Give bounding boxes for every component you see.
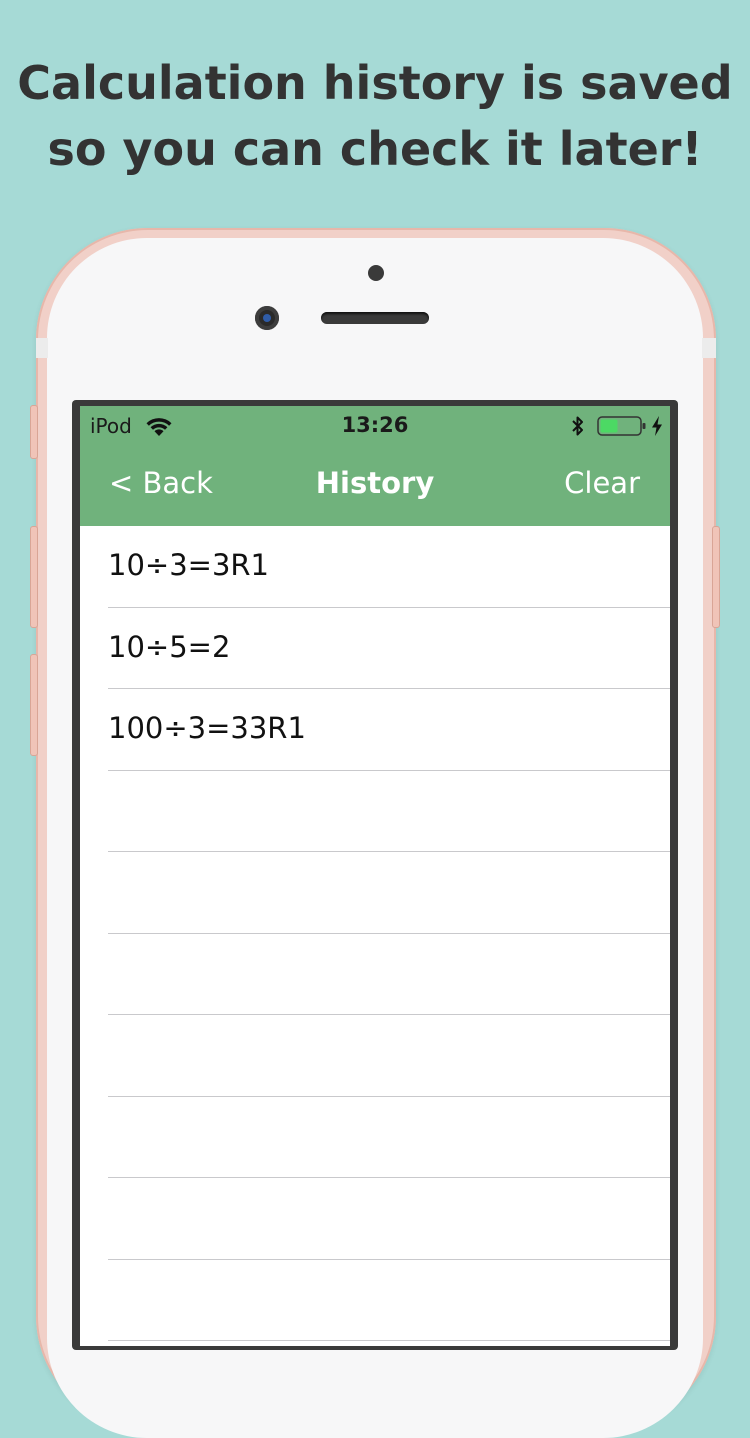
screen: iPod 13:26 < Back History Clear 10÷3=3R1… [80, 406, 670, 1346]
list-item[interactable] [80, 852, 670, 934]
battery-icon [597, 416, 646, 436]
proximity-sensor [368, 265, 384, 281]
antenna-band-left [36, 338, 48, 358]
promo-headline: Calculation history is saved so you can … [0, 50, 750, 182]
list-item[interactable] [80, 1341, 670, 1346]
earpiece-speaker [321, 312, 429, 324]
power-button [712, 526, 720, 628]
volume-up-button [30, 526, 38, 628]
list-item[interactable]: 10÷3=3R1 [80, 526, 670, 608]
list-item[interactable] [80, 1097, 670, 1178]
history-list: 10÷3=3R1 10÷5=2 100÷3=33R1 [80, 526, 670, 1346]
bluetooth-icon [572, 416, 583, 436]
promo-headline-line-1: Calculation history is saved [17, 56, 733, 110]
app-header: iPod 13:26 < Back History Clear [80, 406, 670, 526]
promo-headline-line-2: so you can check it later! [47, 122, 703, 176]
history-entry: 10÷3=3R1 [108, 548, 270, 582]
mute-switch [30, 405, 38, 459]
list-item[interactable] [80, 934, 670, 1015]
list-item[interactable] [80, 1178, 670, 1260]
history-entry: 100÷3=33R1 [108, 711, 306, 745]
front-camera [255, 306, 279, 330]
history-entry: 10÷5=2 [108, 629, 231, 664]
clear-button[interactable]: Clear [564, 466, 640, 500]
list-item[interactable]: 10÷5=2 [80, 608, 670, 689]
antenna-band-right [702, 338, 716, 358]
charging-bolt-icon [652, 416, 662, 436]
list-item[interactable] [80, 1015, 670, 1097]
list-item[interactable] [80, 771, 670, 852]
list-item[interactable]: 100÷3=33R1 [80, 689, 670, 771]
list-item[interactable] [80, 1260, 670, 1341]
volume-down-button [30, 654, 38, 756]
status-bar: iPod 13:26 [80, 406, 670, 446]
